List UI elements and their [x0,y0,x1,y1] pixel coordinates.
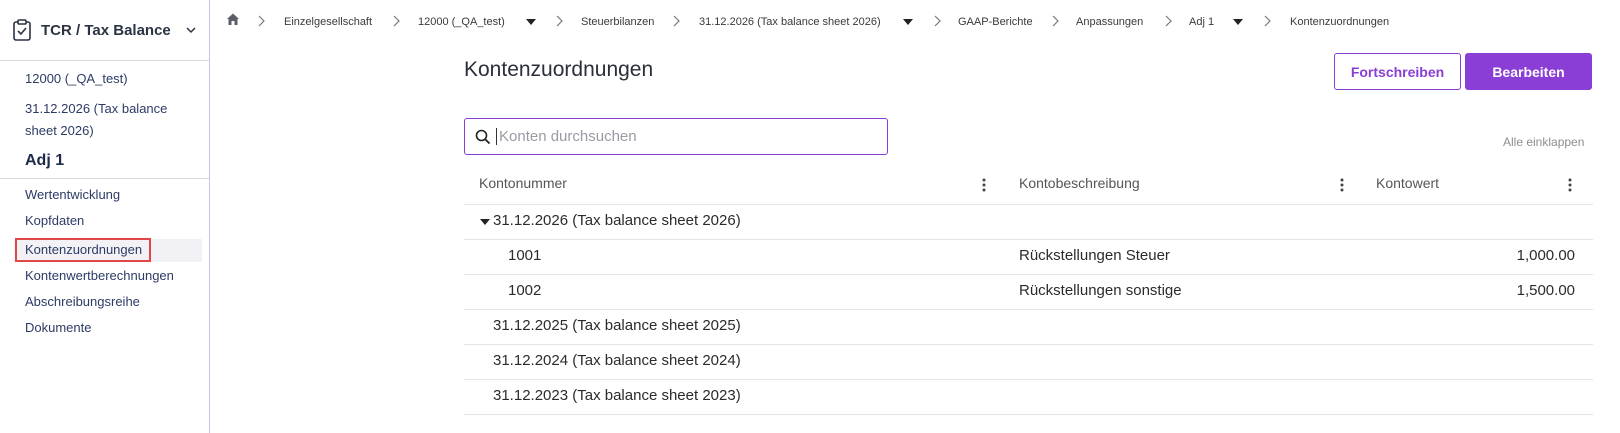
cell-account-value: 1,500.00 [1516,282,1575,299]
row-divider [464,309,1593,310]
bearbeiten-button[interactable]: Bearbeiten [1465,53,1592,90]
sidebar-item-kopfdaten[interactable]: Kopfdaten [25,212,84,230]
cell-account-description: Rückstellungen Steuer [1019,247,1170,264]
chevron-right-icon [258,15,265,27]
column-header-kontonummer[interactable]: Kontonummer [479,175,567,191]
cell-account-value: 1,000.00 [1516,247,1575,264]
group-label: 31.12.2025 (Tax balance sheet 2025) [493,317,741,334]
column-header-kontowert[interactable]: Kontowert [1376,175,1439,191]
context-period-link[interactable]: 31.12.2026 (Tax balance sheet 2026) [25,98,185,142]
chevron-right-icon [1165,15,1172,27]
caret-down-icon[interactable] [480,218,490,226]
breadcrumb-company[interactable]: 12000 (_QA_test) [418,14,505,30]
column-header-kontobeschreibung[interactable]: Kontobeschreibung [1019,175,1140,191]
search-box [464,118,888,155]
chevron-down-icon [186,27,196,34]
context-adjustment-title: Adj 1 [25,152,65,169]
group-label: 31.12.2026 (Tax balance sheet 2026) [493,212,741,229]
breadcrumb-einzelgesellschaft[interactable]: Einzelgesellschaft [284,14,372,30]
context-company-link[interactable]: 12000 (_QA_test) [25,68,128,90]
more-vertical-icon[interactable] [981,177,987,193]
breadcrumb-period[interactable]: 31.12.2026 (Tax balance sheet 2026) [699,14,881,30]
clipboard-icon [13,19,31,41]
row-divider [464,379,1593,380]
caret-down-icon[interactable] [526,18,536,26]
more-vertical-icon[interactable] [1339,177,1345,193]
chevron-right-icon [393,15,400,27]
row-divider [464,344,1593,345]
collapse-all-link[interactable]: Alle einklappen [1503,135,1584,149]
app-title: TCR / Tax Balance [41,21,171,39]
breadcrumb-gaap-berichte[interactable]: GAAP-Berichte [958,14,1033,30]
cell-account-number: 1001 [508,247,542,264]
home-icon[interactable] [226,12,240,26]
chevron-right-icon [1052,15,1059,27]
page-title: Kontenzuordnungen [464,58,654,81]
highlight-box [15,238,151,262]
app-switcher[interactable]: TCR / Tax Balance [0,0,209,61]
sidebar: TCR / Tax Balance 12000 (_QA_test) 31.12… [0,0,210,433]
sidebar-item-kontenwertberechnungen[interactable]: Kontenwertberechnungen [25,267,174,285]
breadcrumb-adjustment[interactable]: Adj 1 [1189,14,1214,30]
sidebar-item-wertentwicklung[interactable]: Wertentwicklung [25,186,120,204]
chevron-right-icon [556,15,563,27]
more-vertical-icon[interactable] [1567,177,1573,193]
search-input[interactable] [496,128,876,145]
chevron-right-icon [1264,15,1271,27]
row-divider [464,239,1593,240]
fortschreiben-button[interactable]: Fortschreiben [1334,53,1461,90]
chevron-right-icon [934,15,941,27]
cell-account-number: 1002 [508,282,542,299]
sidebar-divider [0,178,209,179]
row-divider [464,274,1593,275]
caret-down-icon[interactable] [1233,18,1243,26]
chevron-right-icon [673,15,680,27]
sidebar-item-abschreibungsreihe[interactable]: Abschreibungsreihe [25,293,140,311]
cell-account-description: Rückstellungen sonstige [1019,282,1182,299]
search-icon [475,129,491,144]
row-divider [464,414,1593,415]
app-root: TCR / Tax Balance 12000 (_QA_test) 31.12… [0,0,1620,433]
group-label: 31.12.2023 (Tax balance sheet 2023) [493,387,741,404]
sidebar-item-dokumente[interactable]: Dokumente [25,319,91,337]
caret-down-icon[interactable] [903,18,913,26]
row-divider [464,204,1593,205]
group-label: 31.12.2024 (Tax balance sheet 2024) [493,352,741,369]
breadcrumb-anpassungen[interactable]: Anpassungen [1076,14,1143,30]
breadcrumb-current: Kontenzuordnungen [1290,16,1390,28]
breadcrumb-steuerbilanzen[interactable]: Steuerbilanzen [581,14,654,30]
